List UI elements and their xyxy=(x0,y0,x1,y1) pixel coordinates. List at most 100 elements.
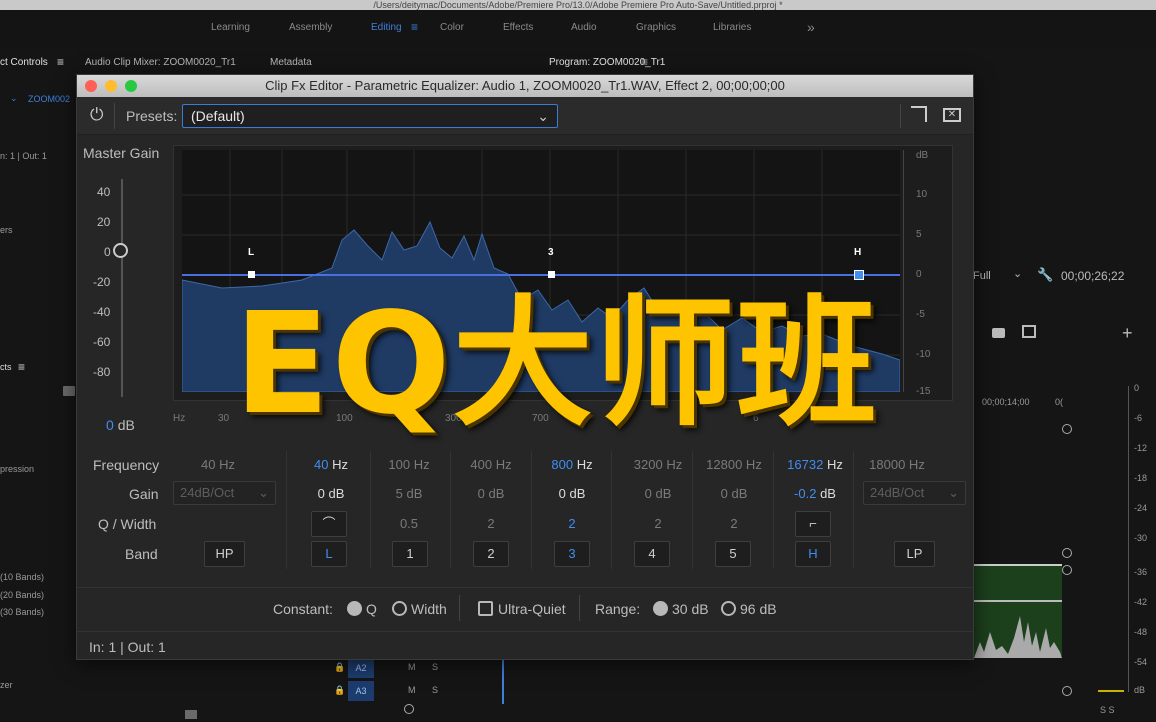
band1-gain[interactable]: 5 dB xyxy=(374,486,444,501)
program-menu-icon[interactable]: ≡ xyxy=(641,55,648,69)
mute-a2[interactable]: M xyxy=(408,662,416,672)
ws-color[interactable]: Color xyxy=(440,22,464,33)
band-l-button[interactable]: L xyxy=(311,541,347,567)
master-gain-value[interactable]: 0 dB xyxy=(106,417,135,433)
band-hp-button[interactable]: HP xyxy=(204,541,245,567)
lock-icon[interactable]: 🔒 xyxy=(334,685,345,696)
ultra-quiet-checkbox[interactable] xyxy=(478,601,493,616)
close-panel-icon[interactable]: ✕ xyxy=(943,108,961,122)
low-shelf-icon[interactable]: ⌒ xyxy=(311,511,347,537)
keyframe-handle[interactable] xyxy=(1062,424,1072,434)
power-icon[interactable]: ⏻ xyxy=(90,105,103,125)
lp-slope-select[interactable]: 24dB/Oct ⌄ xyxy=(863,481,966,505)
ws-graphics[interactable]: Graphics xyxy=(636,22,676,33)
presets-select[interactable]: (Default) ⌄ xyxy=(182,104,558,128)
tab-metadata[interactable]: Metadata xyxy=(270,57,312,68)
high-shelf-icon[interactable]: ⌐ xyxy=(795,511,831,537)
menu-icon[interactable]: ≡ xyxy=(411,20,418,34)
band5-frequency[interactable]: 12800 Hz xyxy=(696,457,772,472)
playhead[interactable] xyxy=(502,656,504,704)
left-effects-tab[interactable]: cts xyxy=(0,362,12,372)
constant-width-radio[interactable] xyxy=(392,601,407,616)
window-inout: In: 1 | Out: 1 xyxy=(89,639,166,655)
ws-assembly[interactable]: Assembly xyxy=(289,22,332,33)
keyframe-handle[interactable] xyxy=(1062,686,1072,696)
effects-menu-icon[interactable]: ≡ xyxy=(18,360,25,374)
ws-effects[interactable]: Effects xyxy=(503,22,533,33)
constant-label: Constant: xyxy=(273,601,333,617)
lock-icon[interactable]: 🔒 xyxy=(334,662,345,673)
band-lp-button[interactable]: LP xyxy=(894,541,935,567)
ws-audio[interactable]: Audio xyxy=(571,22,597,33)
hp-slope-select[interactable]: 24dB/Oct ⌄ xyxy=(173,481,276,505)
mute-a3[interactable]: M xyxy=(408,685,416,695)
left-30-bands[interactable]: (30 Bands) xyxy=(0,607,44,617)
audio-clip[interactable] xyxy=(974,564,1062,658)
band-node-h[interactable] xyxy=(854,270,864,280)
band4-gain[interactable]: 0 dB xyxy=(615,486,701,501)
h-frequency[interactable]: 16732 Hz xyxy=(777,457,853,472)
band-node-3[interactable] xyxy=(548,271,555,278)
band2-frequency[interactable]: 400 Hz xyxy=(454,457,528,472)
h-gain[interactable]: -0.2 dB xyxy=(777,486,853,501)
close-window-button[interactable] xyxy=(85,80,97,92)
solo-a2[interactable]: S xyxy=(432,662,438,672)
l-frequency[interactable]: 40 Hz xyxy=(291,457,371,472)
band3-frequency[interactable]: 800 Hz xyxy=(535,457,609,472)
folder-icon[interactable] xyxy=(63,386,75,396)
band1-frequency[interactable]: 100 Hz xyxy=(374,457,444,472)
band2-q[interactable]: 2 xyxy=(454,516,528,531)
window-title[interactable]: Clip Fx Editor - Parametric Equalizer: A… xyxy=(77,75,973,97)
track-a2[interactable]: A2 xyxy=(348,658,374,678)
band-4-button[interactable]: 4 xyxy=(634,541,670,567)
wrench-icon[interactable]: 🔧 xyxy=(1037,267,1053,283)
band4-frequency[interactable]: 3200 Hz xyxy=(615,457,701,472)
band2-gain[interactable]: 0 dB xyxy=(454,486,528,501)
solo-a3[interactable]: S xyxy=(432,685,438,695)
zoom-select[interactable]: Full xyxy=(973,270,991,282)
band-h-button[interactable]: H xyxy=(795,541,831,567)
compare-icon[interactable] xyxy=(1022,325,1036,338)
band-1-button[interactable]: 1 xyxy=(392,541,428,567)
constant-q-radio[interactable] xyxy=(347,601,362,616)
tab-audio-mixer[interactable]: Audio Clip Mixer: ZOOM0020_Tr1 xyxy=(85,57,236,68)
range-30-radio[interactable] xyxy=(653,601,668,616)
meter-solo[interactable]: S S xyxy=(1100,705,1115,715)
keyframe-handle[interactable] xyxy=(1062,548,1072,558)
routing-icon[interactable] xyxy=(911,106,927,122)
ws-libraries[interactable]: Libraries xyxy=(713,22,751,33)
chevron-down-icon[interactable]: ⌄ xyxy=(1013,267,1022,280)
maximize-window-button[interactable] xyxy=(125,80,137,92)
more-workspaces-icon[interactable]: » xyxy=(807,19,815,35)
master-gain-knob[interactable] xyxy=(113,243,128,258)
keyframe-handle[interactable] xyxy=(1062,565,1072,575)
band3-q[interactable]: 2 xyxy=(535,516,609,531)
ws-learning[interactable]: Learning xyxy=(211,22,250,33)
band-5-button[interactable]: 5 xyxy=(715,541,751,567)
l-gain[interactable]: 0 dB xyxy=(291,486,371,501)
left-10-bands[interactable]: (10 Bands) xyxy=(0,572,44,582)
band-3-button[interactable]: 3 xyxy=(554,541,590,567)
project-path: /Users/deitymac/Documents/Adobe/Premiere… xyxy=(0,0,1156,10)
add-icon[interactable]: + xyxy=(1122,323,1133,344)
range-96-radio[interactable] xyxy=(721,601,736,616)
band-node-l[interactable] xyxy=(248,271,255,278)
band4-q[interactable]: 2 xyxy=(615,516,701,531)
band3-gain[interactable]: 0 dB xyxy=(535,486,609,501)
bin-icon[interactable] xyxy=(185,710,197,719)
camera-icon[interactable] xyxy=(992,328,1005,338)
panel-menu-icon[interactable]: ≡ xyxy=(57,55,64,69)
ws-editing[interactable]: Editing xyxy=(371,22,402,33)
left-20-bands[interactable]: (20 Bands) xyxy=(0,590,44,600)
band5-gain[interactable]: 0 dB xyxy=(696,486,772,501)
chevron-down-icon[interactable]: ⌄ xyxy=(10,93,18,104)
scroll-handle[interactable] xyxy=(404,704,414,714)
minimize-window-button[interactable] xyxy=(105,80,117,92)
tab-effect-controls[interactable]: ct Controls xyxy=(0,57,48,68)
hp-frequency[interactable]: 40 Hz xyxy=(173,457,263,472)
lp-frequency[interactable]: 18000 Hz xyxy=(857,457,937,472)
track-a3[interactable]: A3 xyxy=(348,681,374,701)
band-2-button[interactable]: 2 xyxy=(473,541,509,567)
band5-q[interactable]: 2 xyxy=(696,516,772,531)
band1-q[interactable]: 0.5 xyxy=(374,516,444,531)
